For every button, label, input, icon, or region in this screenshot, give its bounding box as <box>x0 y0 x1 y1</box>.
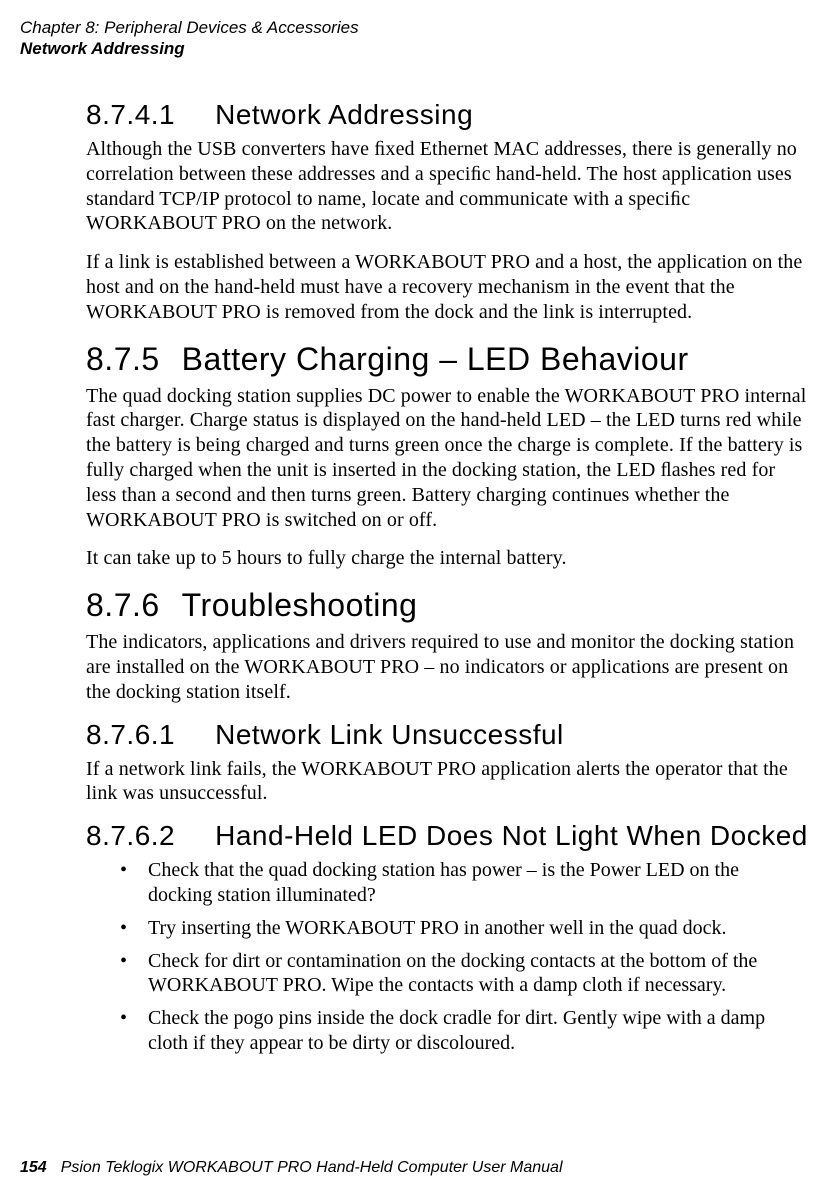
heading-number: 8.7.6.2 <box>86 820 175 852</box>
page-footer: 154 Psion Teklogix WORKABOUT PRO Hand-Hel… <box>20 1159 563 1177</box>
bullet-list: • Check that the quad docking station ha… <box>86 858 808 1056</box>
paragraph: If a link is established between a WORKA… <box>86 250 808 324</box>
page-number: 154 <box>20 1159 47 1176</box>
heading-text: Network Link Unsuccessful <box>215 719 564 750</box>
paragraph: Although the USB converters have ﬁxed Et… <box>86 137 808 236</box>
bullet-icon: • <box>120 1006 148 1031</box>
list-item-text: Check the pogo pins inside the dock crad… <box>148 1006 808 1056</box>
list-item: • Try inserting the WORKABOUT PRO in ano… <box>120 916 808 941</box>
content-body: 8.7.4.1 Network Addressing Although the U… <box>20 99 808 1056</box>
heading-8-7-6-1: 8.7.6.1 Network Link Unsuccessful <box>86 719 808 751</box>
heading-text: Battery Charging – LED Behaviour <box>182 341 689 377</box>
heading-text: Hand-Held LED Does Not Light When Docked <box>215 820 808 851</box>
list-item: • Check the pogo pins inside the dock cr… <box>120 1006 808 1056</box>
list-item: • Check that the quad docking station ha… <box>120 858 808 908</box>
heading-8-7-6: 8.7.6 Troubleshooting <box>86 587 808 624</box>
list-item-text: Check that the quad docking station has … <box>148 858 808 908</box>
heading-8-7-4-1: 8.7.4.1 Network Addressing <box>86 99 808 131</box>
bullet-icon: • <box>120 949 148 974</box>
paragraph: It can take up to 5 hours to fully charg… <box>86 546 808 571</box>
heading-number: 8.7.6 <box>86 587 160 624</box>
heading-number: 8.7.5 <box>86 341 160 378</box>
paragraph: The quad docking station supplies DC pow… <box>86 384 808 533</box>
page-container: Chapter 8: Peripheral Devices & Accessor… <box>0 0 828 1056</box>
heading-number: 8.7.4.1 <box>86 99 175 131</box>
footer-text: Psion Teklogix WORKABOUT PRO Hand-Held C… <box>61 1159 563 1176</box>
list-item: • Check for dirt or contamination on the… <box>120 949 808 999</box>
header-chapter: Chapter 8: Peripheral Devices & Accessor… <box>20 18 808 38</box>
heading-text: Troubleshooting <box>182 587 418 623</box>
paragraph: If a network link fails, the WORKABOUT P… <box>86 757 808 807</box>
bullet-icon: • <box>120 916 148 941</box>
list-item-text: Try inserting the WORKABOUT PRO in anoth… <box>148 916 808 941</box>
heading-number: 8.7.6.1 <box>86 719 175 751</box>
heading-8-7-6-2: 8.7.6.2 Hand-Held LED Does Not Light When… <box>86 820 808 852</box>
header-section-title: Network Addressing <box>20 39 808 59</box>
paragraph: The indicators, applications and drivers… <box>86 630 808 704</box>
heading-text: Network Addressing <box>215 99 473 130</box>
heading-8-7-5: 8.7.5 Battery Charging – LED Behaviour <box>86 341 808 378</box>
list-item-text: Check for dirt or contamination on the d… <box>148 949 808 999</box>
bullet-icon: • <box>120 858 148 883</box>
